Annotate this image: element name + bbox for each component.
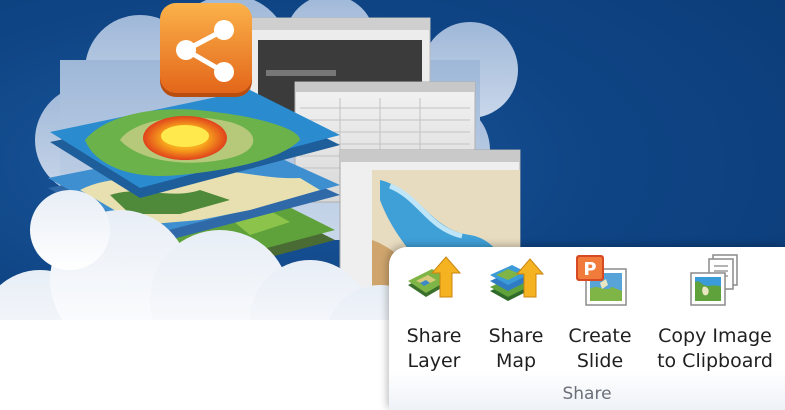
powerpoint-letter: P — [583, 259, 596, 280]
share-map-icon — [490, 258, 544, 301]
share-layer-icon — [408, 256, 462, 298]
share-layer-button[interactable]: Share Layer — [399, 253, 469, 374]
share-map-button[interactable]: Share Map — [481, 253, 551, 374]
powerpoint-slide-icon: P — [576, 255, 627, 306]
create-slide-button[interactable]: P Create Slide — [561, 253, 639, 374]
hero-banner: Share Layer Share Map P Create Slide Cop… — [0, 0, 785, 410]
copy-image-clipboard-icon — [690, 254, 738, 306]
share-layer-label: Share Layer — [406, 325, 462, 372]
copy-image-to-clipboard-button[interactable]: Copy Image to Clipboard — [647, 253, 783, 374]
ribbon-group-label: Share — [562, 384, 612, 404]
share-ribbon-group: Share Layer Share Map P Create Slide Cop… — [389, 247, 785, 410]
copy-image-label: Copy Image to Clipboard — [657, 325, 773, 372]
share-map-label: Share Map — [488, 325, 544, 372]
create-slide-label: Create Slide — [568, 325, 632, 372]
share-badge-icon — [160, 3, 252, 97]
